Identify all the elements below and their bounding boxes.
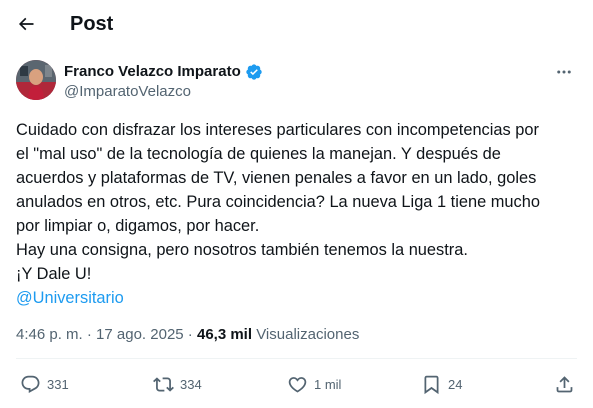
author-name[interactable]: Franco Velazco Imparato xyxy=(64,63,241,81)
name-row: Franco Velazco Imparato xyxy=(64,63,263,81)
more-horizontal-icon xyxy=(557,70,571,74)
action-bar: 331 334 1 mil 24 xyxy=(0,372,593,400)
reply-icon xyxy=(21,375,40,393)
tweet-line: anulados en otros, etc. Pura coincidenci… xyxy=(16,193,540,211)
views-label: Visualizaciones xyxy=(252,326,360,343)
verified-badge-icon xyxy=(246,64,262,80)
post-header: Post xyxy=(0,0,593,48)
repost-icon xyxy=(153,377,174,392)
share-icon xyxy=(556,376,573,393)
author-handle[interactable]: @ImparatoVelazco xyxy=(64,83,191,101)
tweet-line: por limpiar o, digamos, por hacer. xyxy=(16,217,260,235)
like-button[interactable]: 1 mil xyxy=(287,374,341,395)
back-button[interactable] xyxy=(12,10,40,38)
heart-icon xyxy=(288,377,307,393)
post-meta: 4:46 p. m. · 17 ago. 2025 · 46,3 mil Vis… xyxy=(16,326,359,344)
tweet-text: Cuidado con disfrazar los intereses part… xyxy=(16,118,581,310)
bookmark-button[interactable]: 24 xyxy=(421,374,462,395)
reply-count: 331 xyxy=(47,377,69,392)
like-count: 1 mil xyxy=(314,377,342,392)
views-count[interactable]: 46,3 mil xyxy=(197,326,252,343)
bookmark-count: 24 xyxy=(448,377,463,392)
mention-link[interactable]: @Universitario xyxy=(16,286,581,310)
tweet-line: acuerdos y plataformas de TV, vienen pen… xyxy=(16,169,537,187)
meta-separator: · xyxy=(183,326,197,343)
more-button[interactable] xyxy=(552,62,576,82)
avatar[interactable] xyxy=(16,60,56,100)
tweet-line: Hay una consigna, pero nosotros también … xyxy=(16,241,468,259)
author-block: Franco Velazco Imparato @ImparatoVelazco xyxy=(16,60,576,102)
repost-button[interactable]: 334 xyxy=(153,374,202,395)
post-time[interactable]: 4:46 p. m. xyxy=(16,326,83,343)
page-title: Post xyxy=(70,13,114,35)
bookmark-icon xyxy=(424,375,439,395)
post-date[interactable]: 17 ago. 2025 xyxy=(96,326,184,343)
tweet-line: el "mal uso" de la tecnología de quienes… xyxy=(16,145,501,163)
tweet-line: ¡Y Dale U! xyxy=(16,265,92,283)
share-button[interactable] xyxy=(554,374,575,395)
arrow-left-icon xyxy=(18,17,34,31)
divider xyxy=(16,358,577,359)
tweet-line: Cuidado con disfrazar los intereses part… xyxy=(16,121,539,139)
reply-button[interactable]: 331 xyxy=(20,374,69,395)
repost-count: 334 xyxy=(180,377,202,392)
meta-separator: · xyxy=(82,326,97,343)
